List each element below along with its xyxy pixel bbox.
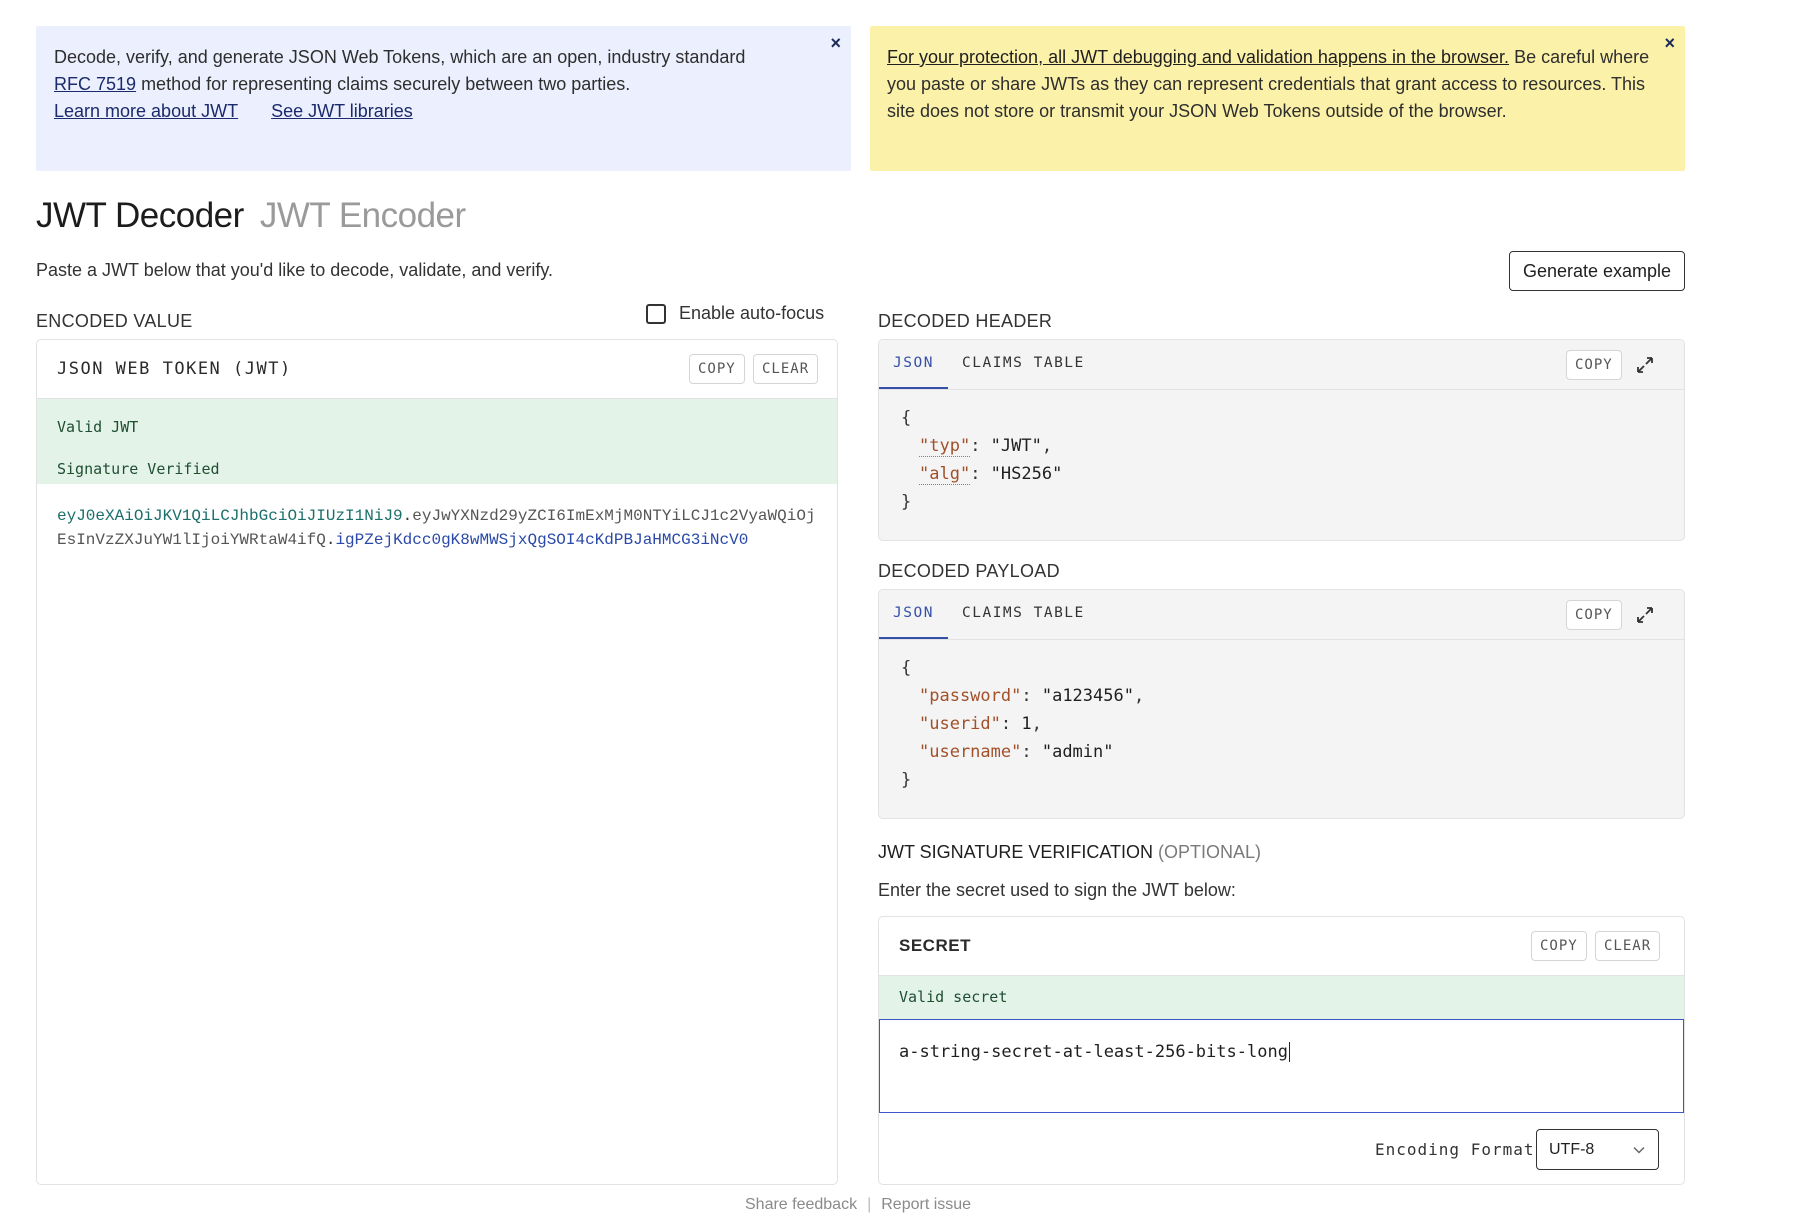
share-feedback-link[interactable]: Share feedback xyxy=(745,1196,857,1213)
json-key: "alg" xyxy=(919,464,971,485)
json-key: "typ" xyxy=(919,436,971,457)
token-header-part: eyJ0eXAiOiJKV1QiLCJhbGciOiJIUzI1NiJ9 xyxy=(57,507,403,525)
tab-payload-json[interactable]: JSON xyxy=(879,590,948,639)
header-json: { "typ": "JWT", "alg": "HS256" } xyxy=(879,390,1684,516)
payload-json: { "password": "a123456", "userid": 1, "u… xyxy=(879,640,1684,794)
close-icon[interactable]: × xyxy=(1664,30,1675,57)
json-value: "a123456" xyxy=(1041,686,1134,706)
json-value: "JWT" xyxy=(990,436,1042,456)
close-icon[interactable]: × xyxy=(830,30,841,57)
learn-more-link[interactable]: Learn more about JWT xyxy=(54,101,238,121)
json-key: "username" xyxy=(919,742,1022,762)
warning-banner: × For your protection, all JWT debugging… xyxy=(870,26,1685,171)
encoding-format-select[interactable]: UTF-8 xyxy=(1536,1129,1659,1170)
mode-tabs: JWT Decoder JWT Encoder xyxy=(36,196,466,236)
autofocus-checkbox[interactable] xyxy=(646,303,666,324)
encoded-panel: JSON WEB TOKEN (JWT) COPY CLEAR Valid JW… xyxy=(36,339,838,1185)
token-signature-part: igPZejKdcc0gK8wMWSjxQgSOI4cKdPBJaHMCG3iN… xyxy=(335,531,749,549)
encoded-panel-header: JSON WEB TOKEN (JWT) COPY CLEAR xyxy=(37,340,837,399)
encoded-section-label: ENCODED VALUE xyxy=(36,311,193,331)
tab-header-claims[interactable]: CLAIMS TABLE xyxy=(962,340,1085,387)
secret-input[interactable]: a-string-secret-at-least-256-bits-long xyxy=(879,1019,1684,1113)
chevron-down-icon xyxy=(1633,1146,1645,1154)
info-banner-text: Decode, verify, and generate JSON Web To… xyxy=(54,47,746,94)
warning-lead: For your protection, all JWT debugging a… xyxy=(887,47,1510,67)
copy-token-button[interactable]: COPY xyxy=(689,354,745,384)
autofocus-label: Enable auto-focus xyxy=(679,303,825,323)
see-libraries-link[interactable]: See JWT libraries xyxy=(271,101,413,121)
footer: Share feedback | Report issue xyxy=(745,1196,972,1213)
secret-panel-title: SECRET xyxy=(899,936,971,955)
json-value: 1 xyxy=(1021,714,1032,734)
expand-icon[interactable] xyxy=(1634,354,1656,376)
info-banner: × Decode, verify, and generate JSON Web … xyxy=(36,26,851,171)
decoded-payload-panel: JSON CLAIMS TABLE COPY { "password": "a1… xyxy=(878,589,1685,819)
json-key: "password" xyxy=(919,686,1022,706)
decoded-header-label: DECODED HEADER xyxy=(878,311,1053,331)
header-tabbar: JSON CLAIMS TABLE COPY xyxy=(879,340,1684,390)
clear-token-button[interactable]: CLEAR xyxy=(753,354,819,384)
info-banner-links: Learn more about JWT See JWT libraries xyxy=(54,98,801,125)
json-value: "HS256" xyxy=(990,464,1063,484)
secret-panel-header: SECRET COPY CLEAR xyxy=(879,917,1684,976)
tab-decoder[interactable]: JWT Decoder xyxy=(36,196,244,235)
tab-header-json[interactable]: JSON xyxy=(879,340,948,389)
encoding-format-label: Encoding Format xyxy=(1375,1140,1535,1159)
signature-title: JWT SIGNATURE VERIFICATION (OPTIONAL) xyxy=(878,842,1262,862)
decoded-payload-label: DECODED PAYLOAD xyxy=(878,561,1060,581)
generate-example-button[interactable]: Generate example xyxy=(1509,251,1685,291)
rfc-link[interactable]: RFC 7519 xyxy=(54,74,136,94)
copy-header-button[interactable]: COPY xyxy=(1566,350,1622,380)
intro-text: Paste a JWT below that you'd like to dec… xyxy=(36,260,554,280)
decoded-header-panel: JSON CLAIMS TABLE COPY { "typ": "JWT", "… xyxy=(878,339,1685,541)
copy-payload-button[interactable]: COPY xyxy=(1566,600,1622,630)
copy-secret-button[interactable]: COPY xyxy=(1531,931,1587,961)
tab-payload-claims[interactable]: CLAIMS TABLE xyxy=(962,590,1085,637)
json-key: "userid" xyxy=(919,714,1001,734)
signature-description: Enter the secret used to sign the JWT be… xyxy=(878,880,1236,900)
valid-secret-status: Valid secret xyxy=(879,976,1684,1019)
valid-jwt-label: Valid JWT xyxy=(57,418,139,436)
jwt-status: Valid JWT Signature Verified xyxy=(37,399,837,484)
token-input[interactable]: eyJ0eXAiOiJKV1QiLCJhbGciOiJIUzI1NiJ9.eyJ… xyxy=(37,484,837,572)
encoded-panel-title: JSON WEB TOKEN (JWT) xyxy=(57,359,292,379)
report-issue-link[interactable]: Report issue xyxy=(881,1196,971,1213)
payload-tabbar: JSON CLAIMS TABLE COPY xyxy=(879,590,1684,640)
tab-encoder[interactable]: JWT Encoder xyxy=(260,196,466,235)
clear-secret-button[interactable]: CLEAR xyxy=(1595,931,1661,961)
signature-verified-label: Signature Verified xyxy=(57,460,220,478)
text-cursor xyxy=(1288,1042,1290,1062)
autofocus-toggle[interactable]: Enable auto-focus xyxy=(646,303,824,324)
json-value: "admin" xyxy=(1041,742,1114,762)
expand-icon[interactable] xyxy=(1634,604,1656,626)
